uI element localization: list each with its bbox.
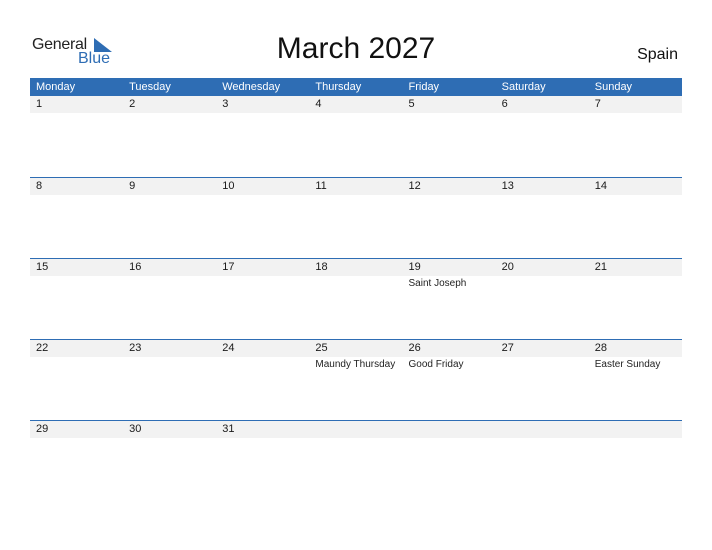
weekday-sunday: Sunday	[594, 81, 633, 93]
day-number: 31	[222, 423, 235, 435]
holiday-label	[496, 357, 589, 372]
weekday-friday: Friday	[408, 81, 440, 93]
day-number: 15	[36, 261, 49, 273]
day-number	[589, 421, 682, 438]
holiday-label: Good Friday	[408, 359, 464, 370]
day-number: 27	[501, 342, 514, 354]
holiday-label: Saint Joseph	[408, 278, 467, 289]
holiday-label	[403, 195, 496, 196]
day-number: 3	[222, 98, 229, 110]
week-row: 22 23 24 25 26 27 28 Maundy Thursday Good Friday…	[30, 339, 682, 420]
holiday-label	[496, 113, 589, 114]
day-number: 25	[315, 342, 328, 354]
holiday-label: Easter Sunday	[594, 359, 661, 370]
day-number: 28	[594, 342, 607, 354]
holiday-label	[123, 195, 216, 196]
day-number: 9	[129, 180, 136, 192]
date-strip: 8 9 10 11 12 13 14	[30, 178, 682, 195]
holiday-label	[589, 195, 682, 196]
day-number: 7	[594, 98, 601, 110]
holiday-label	[496, 276, 589, 291]
holiday-row	[30, 113, 682, 114]
day-number: 16	[129, 261, 142, 273]
day-number: 5	[408, 98, 415, 110]
week-row: 29 30 31	[30, 420, 682, 501]
weekday-wednesday: Wednesday	[222, 81, 281, 93]
holiday-row: Maundy Thursday Good Friday Easter Sunday	[30, 357, 682, 372]
day-number: 29	[36, 423, 49, 435]
page-title: March 2027	[276, 32, 436, 65]
week-row: 1 2 3 4 5 6 7	[30, 96, 682, 177]
holiday-label	[30, 276, 123, 291]
day-number: 19	[408, 261, 421, 273]
day-number: 18	[315, 261, 328, 273]
day-number: 22	[36, 342, 49, 354]
holiday-label	[216, 357, 309, 372]
day-number: 12	[408, 180, 421, 192]
weekday-saturday: Saturday	[501, 81, 546, 93]
holiday-label: Maundy Thursday	[315, 359, 396, 370]
date-strip: 22 23 24 25 26 27 28	[30, 340, 682, 357]
weekday-thursday: Thursday	[315, 81, 362, 93]
day-number: 23	[129, 342, 142, 354]
day-number: 10	[222, 180, 235, 192]
holiday-label	[403, 113, 496, 114]
date-strip: 29 30 31	[30, 421, 682, 438]
holiday-label	[123, 276, 216, 291]
holiday-label	[123, 357, 216, 372]
day-number: 17	[222, 261, 235, 273]
day-number: 4	[315, 98, 322, 110]
holiday-label	[216, 438, 309, 439]
holiday-row: Saint Joseph	[30, 276, 682, 291]
day-number: 8	[36, 180, 43, 192]
day-number	[496, 421, 589, 438]
day-number: 1	[36, 98, 43, 110]
holiday-label	[496, 438, 589, 439]
holiday-label	[309, 195, 402, 196]
day-number: 13	[501, 180, 514, 192]
holiday-label	[403, 438, 496, 439]
holiday-label	[216, 195, 309, 196]
holiday-label	[216, 113, 309, 114]
country-label: Spain	[637, 46, 678, 63]
week-row: 15 16 17 18 19 20 21 Saint Joseph	[30, 258, 682, 339]
day-number: 21	[594, 261, 607, 273]
holiday-label	[30, 357, 123, 372]
weekday-monday: Monday	[36, 81, 76, 93]
weeks-container: 1 2 3 4 5 6 7 8 9 10 11 12 13 14 15 16 17 18 19 20 21 Saint J…	[30, 96, 682, 501]
weekday-header: Monday Tuesday Wednesday Thursday Friday…	[30, 78, 682, 96]
holiday-label	[123, 113, 216, 114]
date-strip: 15 16 17 18 19 20 21	[30, 259, 682, 276]
holiday-label	[30, 195, 123, 196]
holiday-label	[589, 113, 682, 114]
calendar-grid: Monday Tuesday Wednesday Thursday Friday…	[30, 78, 682, 501]
holiday-label	[309, 438, 402, 439]
holiday-label	[30, 113, 123, 114]
holiday-label	[589, 276, 682, 291]
holiday-label	[309, 113, 402, 114]
holiday-label	[589, 438, 682, 439]
holiday-row	[30, 438, 682, 439]
holiday-label	[216, 276, 309, 291]
week-row: 8 9 10 11 12 13 14	[30, 177, 682, 258]
day-number	[309, 421, 402, 438]
day-number	[403, 421, 496, 438]
day-number: 26	[408, 342, 421, 354]
day-number: 2	[129, 98, 136, 110]
holiday-label	[30, 438, 123, 439]
day-number: 24	[222, 342, 235, 354]
day-number: 20	[501, 261, 514, 273]
weekday-tuesday: Tuesday	[129, 81, 171, 93]
day-number: 6	[501, 98, 508, 110]
day-number: 14	[594, 180, 607, 192]
day-number: 30	[129, 423, 142, 435]
holiday-label	[309, 276, 402, 291]
day-number: 11	[315, 180, 327, 192]
date-strip: 1 2 3 4 5 6 7	[30, 96, 682, 113]
holiday-label	[123, 438, 216, 439]
holiday-label	[496, 195, 589, 196]
holiday-row	[30, 195, 682, 196]
